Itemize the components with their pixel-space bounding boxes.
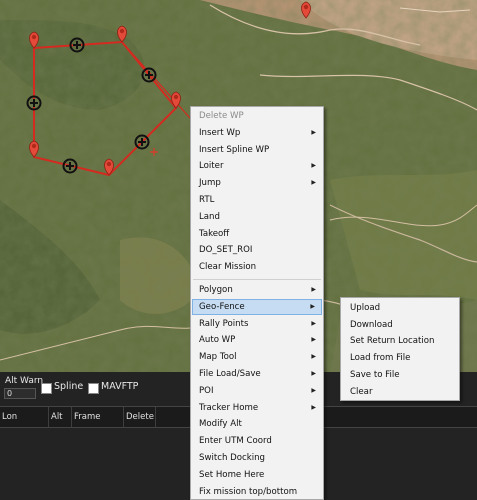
menu-item-file-load-save[interactable]: File Load/Save ▶ bbox=[192, 366, 322, 382]
menu-item-takeoff[interactable]: Takeoff bbox=[192, 226, 322, 242]
menu-item-label: RTL bbox=[199, 195, 215, 205]
menu-item-label: Rally Points bbox=[199, 318, 249, 329]
submenu-arrow-icon: ▶ bbox=[311, 128, 316, 136]
menu-item-jump[interactable]: Jump ▶ bbox=[192, 175, 322, 191]
alt-warn-label: Alt Warn bbox=[5, 376, 44, 386]
menu-item-label: Auto WP bbox=[199, 335, 236, 346]
column-header-lon[interactable]: Lon bbox=[0, 407, 49, 427]
submenu-arrow-icon: ▶ bbox=[311, 162, 316, 170]
menu-item-label: Modify Alt bbox=[199, 419, 242, 430]
menu-item-clear-mission[interactable]: Clear Mission bbox=[192, 259, 322, 275]
menu-item-polygon[interactable]: Polygon ▶ bbox=[192, 282, 322, 298]
geofence-item-download[interactable]: Download bbox=[342, 317, 458, 333]
menu-item-label: Takeoff bbox=[199, 228, 230, 239]
menu-item-label: Loiter bbox=[199, 161, 224, 172]
menu-item-label: Switch Docking bbox=[199, 453, 266, 463]
submenu-arrow-icon: ▶ bbox=[311, 319, 316, 327]
menu-item-label: File Load/Save bbox=[199, 369, 261, 379]
submenu-arrow-icon: ▶ bbox=[311, 336, 316, 344]
menu-item-loiter[interactable]: Loiter ▶ bbox=[192, 158, 322, 174]
spline-label: Spline bbox=[54, 381, 84, 392]
menu-item-modify-alt[interactable]: Modify Alt bbox=[192, 416, 322, 432]
column-header-delete[interactable]: Delete bbox=[124, 407, 156, 427]
menu-item-map-tool[interactable]: Map Tool ▶ bbox=[192, 349, 322, 365]
menu-item-switch-docking[interactable]: Switch Docking bbox=[192, 450, 322, 466]
menu-item-label: POI bbox=[199, 385, 214, 396]
menu-item-do-set-roi[interactable]: DO_SET_ROI bbox=[192, 242, 322, 258]
menu-item-label: Land bbox=[199, 211, 220, 222]
map-context-menu: Delete WP Insert Wp ▶ Insert Spline WP Loite… bbox=[190, 106, 324, 500]
menu-item-tracker-home[interactable]: Tracker Home ▶ bbox=[192, 400, 322, 416]
menu-item-label: Fix mission top/bottom bbox=[199, 486, 298, 497]
geofence-item-load-from-file[interactable]: Load from File bbox=[342, 350, 458, 366]
menu-item-label: Polygon bbox=[199, 285, 233, 295]
menu-item-set-home-here[interactable]: Set Home Here bbox=[192, 467, 322, 483]
menu-item-geo-fence[interactable]: Geo-Fence ▶ bbox=[192, 298, 322, 315]
menu-item-rally-points[interactable]: Rally Points ▶ bbox=[192, 316, 322, 332]
menu-item-label: Insert Wp bbox=[199, 127, 241, 138]
menu-item-label: Jump bbox=[199, 178, 221, 189]
geofence-item-clear[interactable]: Clear bbox=[342, 384, 458, 400]
menu-item-land[interactable]: Land bbox=[192, 209, 322, 225]
menu-item-delete-wp[interactable]: Delete WP bbox=[192, 108, 322, 124]
menu-item-rtl[interactable]: RTL bbox=[192, 192, 322, 208]
menu-item-auto-wp[interactable]: Auto WP ▶ bbox=[192, 332, 322, 348]
geofence-submenu: Upload Download Set Return Location Load fr… bbox=[340, 297, 460, 401]
submenu-arrow-icon: ▶ bbox=[311, 403, 316, 411]
menu-separator bbox=[193, 279, 321, 280]
menu-item-label: Set Home Here bbox=[199, 469, 265, 480]
geofence-item-upload[interactable]: Upload bbox=[342, 300, 458, 316]
geofence-item-set-return-location[interactable]: Set Return Location bbox=[342, 333, 458, 349]
submenu-arrow-icon: ▶ bbox=[310, 302, 315, 310]
menu-item-fix-mission-top-bottom[interactable]: Fix mission top/bottom bbox=[192, 484, 322, 500]
geofence-item-save-to-file[interactable]: Save to File bbox=[342, 367, 458, 383]
submenu-arrow-icon: ▶ bbox=[311, 370, 316, 377]
menu-item-label: Insert Spline WP bbox=[199, 144, 270, 155]
mavftp-checkbox[interactable] bbox=[88, 383, 99, 394]
menu-item-label: Map Tool bbox=[199, 352, 237, 363]
submenu-arrow-icon: ▶ bbox=[311, 353, 316, 361]
menu-item-label: Geo-Fence bbox=[199, 301, 245, 312]
column-header-frame[interactable]: Frame bbox=[72, 407, 124, 427]
menu-item-label: Delete WP bbox=[199, 111, 244, 121]
submenu-arrow-icon: ▶ bbox=[311, 179, 316, 187]
column-header-alt[interactable]: Alt bbox=[49, 407, 72, 427]
submenu-arrow-icon: ▶ bbox=[311, 386, 316, 394]
menu-item-label: Clear Mission bbox=[199, 262, 257, 273]
menu-item-insert-wp[interactable]: Insert Wp ▶ bbox=[192, 125, 322, 141]
mavftp-label: MAVFTP bbox=[101, 381, 139, 392]
menu-item-label: Tracker Home bbox=[199, 402, 259, 413]
menu-item-label: DO_SET_ROI bbox=[199, 245, 253, 256]
menu-item-label: Enter UTM Coord bbox=[199, 436, 272, 447]
menu-item-enter-utm-coord[interactable]: Enter UTM Coord bbox=[192, 433, 322, 449]
submenu-arrow-icon: ▶ bbox=[311, 286, 316, 293]
alt-warn-input[interactable]: 0 bbox=[4, 388, 36, 399]
spline-checkbox[interactable] bbox=[41, 383, 52, 394]
menu-item-poi[interactable]: POI ▶ bbox=[192, 383, 322, 399]
menu-item-insert-spline-wp[interactable]: Insert Spline WP bbox=[192, 142, 322, 158]
